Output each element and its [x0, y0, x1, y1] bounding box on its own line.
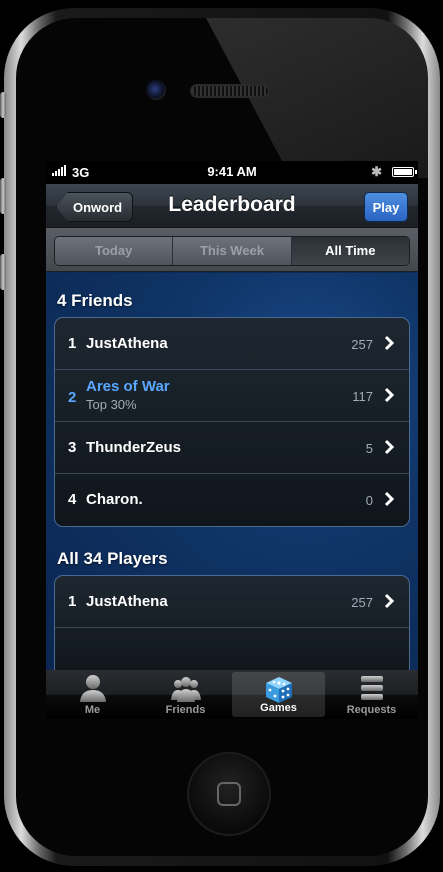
screen: 3G 9:41 AM ✱ Onword Leaderboard Play Tod…	[46, 161, 418, 719]
table-row[interactable]: 1 JustAthena 257	[55, 318, 409, 370]
row-player-name: Charon.	[86, 491, 143, 508]
row-score: 257	[351, 595, 373, 610]
dice-icon	[265, 677, 292, 703]
row-player-name: ThunderZeus	[86, 439, 182, 456]
leaderboard-content[interactable]: 4 Friends 1 JustAthena 257 2 Ares of War…	[46, 273, 418, 670]
volume-up-button	[0, 178, 6, 214]
bluetooth-icon: ✱	[371, 164, 382, 179]
row-rank: 4	[68, 491, 77, 508]
table-row[interactable]: 4 Charon. 0	[55, 474, 409, 526]
mute-switch	[0, 92, 6, 118]
tab-label: Me	[84, 704, 101, 716]
chevron-right-icon	[384, 593, 395, 609]
tab-label: Friends	[165, 704, 206, 716]
status-bar: 3G 9:41 AM ✱	[46, 161, 418, 184]
row-rank: 3	[68, 439, 77, 456]
row-score: 257	[351, 337, 373, 352]
person-icon	[79, 675, 106, 702]
friends-section-header: 4 Friends	[57, 291, 133, 310]
stack-icon	[360, 676, 383, 700]
segment-this-week[interactable]: This Week	[173, 237, 292, 265]
segment-today[interactable]: Today	[55, 237, 174, 265]
tab-me[interactable]: Me	[46, 670, 139, 719]
volume-down-button	[0, 254, 6, 290]
segment-all-time[interactable]: All Time	[291, 237, 409, 265]
row-score: 117	[352, 389, 373, 404]
time-range-segmented-control: Today This Week All Time	[54, 236, 410, 266]
status-time: 9:41 AM	[207, 164, 257, 179]
home-square-icon	[217, 782, 241, 806]
table-row-current-player[interactable]: 2 Ares of War Top 30% 117	[55, 370, 409, 422]
tab-games[interactable]: Games	[232, 672, 325, 717]
page-title: Leaderboard	[168, 193, 296, 216]
row-player-name: JustAthena	[86, 335, 168, 352]
row-rank: 1	[68, 593, 77, 610]
people-icon	[170, 677, 201, 702]
row-percentile: Top 30%	[86, 397, 137, 412]
glass-glare	[206, 18, 428, 178]
chevron-right-icon	[384, 491, 395, 507]
table-row[interactable]: 1 JustAthena 257	[55, 576, 409, 628]
table-row[interactable]	[55, 628, 409, 670]
navigation-bar: Onword Leaderboard Play	[46, 184, 418, 228]
chevron-right-icon	[384, 335, 395, 351]
row-rank: 2	[68, 389, 77, 406]
tab-label: Requests	[346, 704, 397, 716]
chevron-right-icon	[384, 439, 395, 455]
play-button[interactable]: Play	[364, 192, 408, 222]
home-button[interactable]	[187, 752, 271, 836]
row-rank: 1	[68, 335, 77, 352]
friends-list: 1 JustAthena 257 2 Ares of War Top 30% 1…	[54, 317, 410, 527]
battery-icon	[392, 167, 417, 177]
tab-requests[interactable]: Requests	[325, 670, 418, 719]
players-list: 1 JustAthena 257	[54, 575, 410, 670]
tab-label: Games	[260, 702, 297, 714]
players-section-header: All 34 Players	[57, 549, 168, 568]
table-row[interactable]: 3 ThunderZeus 5	[55, 422, 409, 474]
segmented-control-bar: Today This Week All Time	[46, 228, 418, 272]
tab-bar: Me Friends Games Requests	[46, 670, 418, 719]
tab-friends[interactable]: Friends	[139, 670, 232, 719]
front-camera	[146, 80, 166, 100]
row-score: 5	[365, 441, 373, 456]
row-score: 0	[365, 493, 373, 508]
chevron-right-icon	[384, 387, 395, 403]
row-player-name: Ares of War	[86, 378, 170, 395]
earpiece-speaker	[190, 84, 270, 98]
row-player-name: JustAthena	[86, 593, 168, 610]
